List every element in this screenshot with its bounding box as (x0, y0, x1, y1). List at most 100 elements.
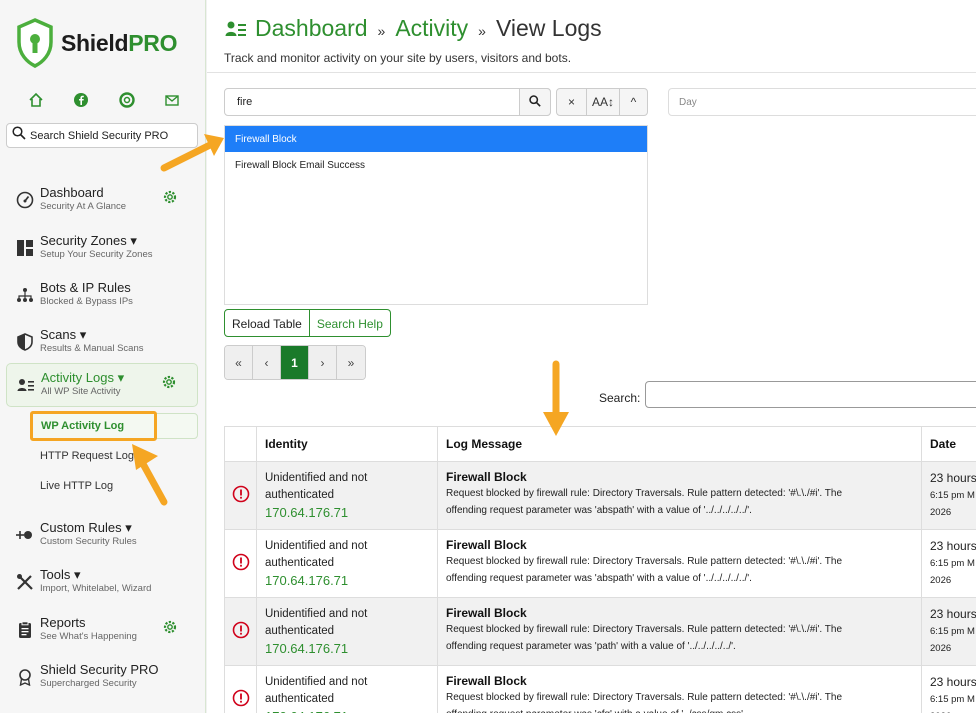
date-relative: 23 hours (930, 675, 976, 689)
log-title: Firewall Block (446, 674, 527, 688)
identity-text: authenticated (265, 693, 335, 705)
ip-link[interactable]: 170.64.176.71 (265, 640, 437, 657)
sidebar-item-scans[interactable]: Scans ▾ Results & Manual Scans (6, 321, 198, 365)
filter-search-button[interactable] (519, 88, 551, 116)
sidebar-item-title: Tools ▾ (40, 567, 81, 582)
brand-logo[interactable]: ShieldPRO (16, 18, 177, 68)
sidebar-item-tools[interactable]: Tools ▾ Import, Whitelabel, Wizard (6, 561, 198, 605)
table-row[interactable]: Unidentified and not authenticated 170.64.… (224, 665, 976, 713)
sidebar-item-title: Custom Rules ▾ (40, 520, 132, 535)
reload-table-button[interactable]: Reload Table (224, 309, 310, 337)
breadcrumb-separator: » (377, 22, 386, 39)
breadcrumb-dashboard[interactable]: Dashboard (255, 15, 368, 42)
filter-sort-button[interactable]: AA↕ (586, 88, 620, 116)
table-row[interactable]: Unidentified and not authenticated 170.64.… (224, 529, 976, 598)
identity-text: authenticated (265, 625, 335, 637)
identity-text: Unidentified and not (265, 608, 368, 620)
highlight-box (30, 411, 157, 441)
grid-icon (16, 239, 34, 257)
col-log-message[interactable]: Log Message (437, 426, 922, 462)
pager-next[interactable]: › (309, 346, 337, 379)
sidebar-item-title: Scans ▾ (40, 327, 87, 342)
brand-name: ShieldPRO (61, 29, 178, 56)
date-relative: 23 hours (930, 607, 976, 621)
date-time: 6:15 pm M (930, 626, 975, 637)
sidebar-item-title: Activity Logs ▾ (41, 370, 125, 385)
table-row[interactable]: Unidentified and not authenticated 170.64.… (224, 461, 976, 530)
filter-collapse-button[interactable]: ^ (619, 88, 648, 116)
sidebar-item-title: Bots & IP Rules (40, 280, 131, 295)
dropdown-option-firewall-email-success[interactable]: Firewall Block Email Success (225, 152, 647, 178)
sidebar-item-sub: Security At A Glance (40, 201, 127, 212)
status-cell (224, 597, 257, 666)
log-message-line: Request blocked by firewall rule: Direct… (446, 624, 843, 635)
identity-cell: Unidentified and not authenticated 170.64.… (256, 665, 438, 713)
rules-icon (16, 526, 34, 544)
sidebar-item-title: Reports (40, 615, 86, 630)
date-year: 2026 (930, 575, 952, 586)
sidebar-item-custom-rules[interactable]: Custom Rules ▾ Custom Security Rules (6, 514, 198, 558)
sidebar-item-sub: Supercharged Security (40, 678, 137, 689)
log-message-cell: Firewall Block Request blocked by firewal… (437, 597, 922, 666)
social-links (28, 92, 180, 108)
pager-prev[interactable]: ‹ (253, 346, 281, 379)
table-header-row: Identity Log Message Date (224, 426, 976, 462)
identity-cell: Unidentified and not authenticated 170.64.… (256, 529, 438, 598)
col-status (224, 426, 257, 462)
log-message-cell: Firewall Block Request blocked by firewal… (437, 665, 922, 713)
pager-page-1[interactable]: 1 (281, 346, 309, 379)
gear-icon[interactable] (162, 189, 178, 205)
day-filter-input[interactable]: Day (668, 88, 976, 116)
tools-icon (16, 573, 34, 591)
log-message-line: Request blocked by firewall rule: Direct… (446, 488, 843, 499)
sidebar-item-dashboard[interactable]: Dashboard Security At A Glance (6, 179, 198, 223)
identity-cell: Unidentified and not authenticated 170.64.… (256, 461, 438, 530)
clipboard-icon (16, 621, 34, 639)
date-year: 2026 (930, 708, 976, 713)
search-help-button[interactable]: Search Help (309, 309, 391, 337)
dropdown-option-firewall-block[interactable]: Firewall Block (225, 126, 647, 152)
table-row[interactable]: Unidentified and not authenticated 170.64.… (224, 597, 976, 666)
date-cell: 23 hours 6:15 pm M 2026 (921, 529, 976, 598)
email-icon[interactable] (164, 92, 180, 108)
event-filter-input[interactable]: fire (224, 88, 551, 116)
ip-link[interactable]: 170.64.176.71 (265, 504, 437, 521)
log-message-line: offending request parameter was 'abspath… (446, 573, 752, 584)
log-message-cell: Firewall Block Request blocked by firewal… (437, 461, 922, 530)
ip-link[interactable]: 170.64.176.71 (265, 708, 437, 713)
table-search-input[interactable] (645, 381, 976, 408)
sidebar-item-title: Shield Security PRO (40, 662, 159, 677)
sidebar-item-sub: See What's Happening (40, 631, 137, 642)
sidebar-item-sub: Setup Your Security Zones (40, 249, 153, 260)
table-search-label: Search: (599, 391, 641, 405)
identity-cell: Unidentified and not authenticated 170.64.… (256, 597, 438, 666)
ip-link[interactable]: 170.64.176.71 (265, 572, 437, 589)
sidebar-item-security-zones[interactable]: Security Zones ▾ Setup Your Security Zon… (6, 227, 198, 271)
sidebar-item-activity-logs[interactable]: Activity Logs ▾ All WP Site Activity (6, 363, 198, 407)
col-date[interactable]: Date (921, 426, 976, 462)
pager-first[interactable]: « (225, 346, 253, 379)
gear-icon[interactable] (161, 374, 177, 390)
identity-text: Unidentified and not (265, 540, 368, 552)
sidebar-item-bots-ip-rules[interactable]: Bots & IP Rules Blocked & Bypass IPs (6, 274, 198, 318)
pager-last[interactable]: » (337, 346, 365, 379)
annotation-arrow-icon (132, 444, 168, 506)
home-icon[interactable] (28, 92, 44, 108)
sidebar-item-sub: Results & Manual Scans (40, 343, 144, 354)
sidebar-item-shield-security-pro[interactable]: Shield Security PRO Supercharged Securit… (6, 656, 198, 700)
gear-icon[interactable] (162, 619, 178, 635)
col-identity[interactable]: Identity (256, 426, 438, 462)
breadcrumb-activity[interactable]: Activity (395, 15, 468, 42)
filter-clear-button[interactable]: × (556, 88, 587, 116)
log-message-line: offending request parameter was 'cfg' wi… (446, 706, 921, 713)
pagination: « ‹ 1 › » (224, 345, 366, 380)
sidebar-item-reports[interactable]: Reports See What's Happening (6, 609, 198, 653)
annotation-arrow-icon (160, 134, 224, 172)
breadcrumb: Dashboard » Activity » View Logs (225, 15, 602, 42)
sidebar-item-title: Dashboard (40, 185, 104, 200)
support-icon[interactable] (118, 92, 135, 108)
activity-log-table: Identity Log Message Date Unidentified a… (224, 426, 976, 713)
date-cell: 23 hours 6:15 pm M 2026 (921, 461, 976, 530)
table-actions: Reload Table Search Help (224, 309, 391, 337)
facebook-icon[interactable] (73, 92, 89, 108)
